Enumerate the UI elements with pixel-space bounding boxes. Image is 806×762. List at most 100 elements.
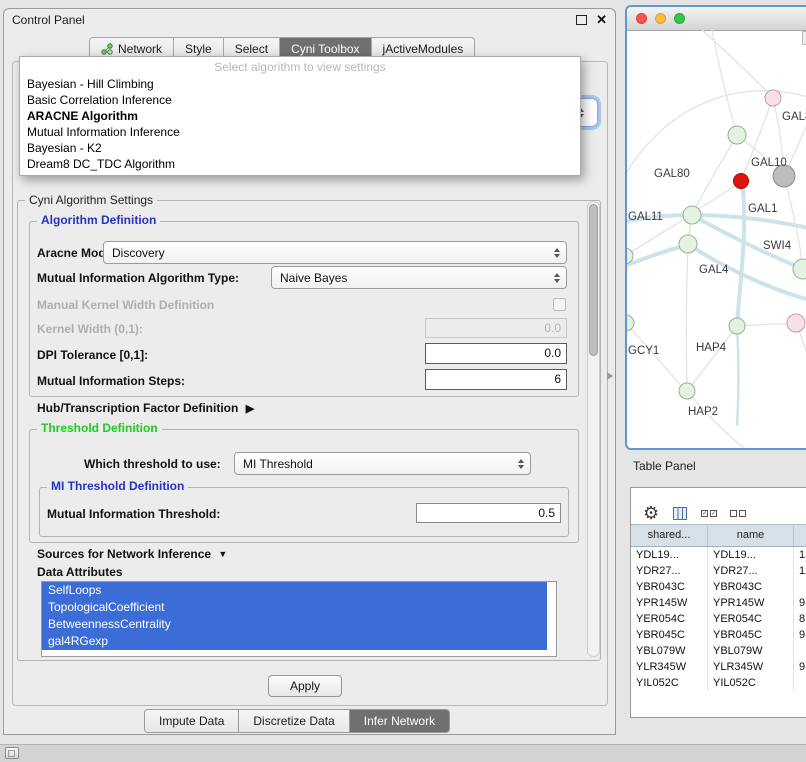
cell[interactable]: YDR27... (631, 563, 708, 579)
columns-icon[interactable] (672, 506, 688, 521)
tab-infer-network[interactable]: Infer Network (350, 710, 449, 732)
network-canvas[interactable]: GAL80 GAL80 GAL10 GAL11 GAL1 SWI4 GAL4 G… (627, 30, 806, 450)
algorithm-option-selected[interactable]: ARACNE Algorithm (20, 108, 580, 124)
float-window-icon[interactable] (576, 15, 587, 25)
apply-button[interactable]: Apply (268, 675, 342, 697)
close-traffic-light-icon[interactable] (636, 13, 647, 24)
aracne-mode-combobox[interactable]: Discovery (103, 241, 567, 264)
algorithm-option[interactable]: Bayesian - K2 (20, 140, 580, 156)
network-node[interactable] (679, 383, 695, 399)
cell[interactable]: YDL19... (631, 547, 708, 563)
cell[interactable] (794, 675, 806, 691)
algorithm-option[interactable]: Dream8 DC_TDC Algorithm (20, 156, 580, 172)
cell[interactable]: YIL052C (708, 675, 794, 691)
table-row[interactable]: YBR045C YBR045C 9. (631, 627, 806, 643)
manual-kernel-label: Manual Kernel Width Definition (37, 298, 214, 312)
cell[interactable] (794, 643, 806, 659)
hub-section-toggle[interactable]: Hub/Transcription Factor Definition ▶ (37, 401, 250, 415)
cell[interactable]: 9. (794, 627, 806, 643)
cell[interactable]: YLR345W (631, 659, 708, 675)
table-row[interactable]: YBR043C YBR043C (631, 579, 806, 595)
cell[interactable]: 9. (794, 595, 806, 611)
control-panel-titlebar[interactable]: Control Panel ✕ (4, 9, 615, 31)
cell[interactable]: YBR043C (631, 579, 708, 595)
network-node[interactable] (787, 314, 805, 332)
tab-impute-data[interactable]: Impute Data (145, 710, 239, 732)
network-node-selected-red[interactable] (734, 174, 749, 189)
network-node[interactable] (683, 206, 701, 224)
mi-type-combobox[interactable]: Naive Bayes (271, 266, 567, 289)
network-scrollbar-nub[interactable] (802, 31, 806, 45)
table-row[interactable]: YDL19... YDL19... 13 (631, 547, 806, 563)
cell[interactable]: YLR345W (708, 659, 794, 675)
attribute-item-selected[interactable]: BetweennessCentrality (42, 616, 547, 633)
table-row[interactable]: YBL079W YBL079W (631, 643, 806, 659)
checked-boxes-icon[interactable]: ✓✓ (701, 510, 717, 517)
cell[interactable]: YBR045C (708, 627, 794, 643)
network-node[interactable] (679, 235, 697, 253)
cell[interactable]: YIL052C (631, 675, 708, 691)
settings-scrollbar[interactable] (587, 201, 600, 657)
kernel-width-field[interactable]: 0.0 (425, 318, 567, 338)
scrollbar-thumb[interactable] (589, 204, 598, 356)
network-node[interactable] (728, 126, 746, 144)
manual-kernel-checkbox[interactable] (553, 298, 566, 311)
close-icon[interactable]: ✕ (596, 14, 607, 26)
network-node[interactable] (729, 318, 745, 334)
algorithm-option[interactable]: Bayesian - Hill Climbing (20, 76, 580, 92)
cell[interactable]: YDR27... (708, 563, 794, 579)
unchecked-boxes-icon[interactable] (730, 510, 746, 517)
dpi-tolerance-field[interactable]: 0.0 (425, 343, 567, 364)
tab-discretize-data[interactable]: Discretize Data (239, 710, 349, 732)
network-node[interactable] (627, 315, 634, 331)
cell[interactable]: 13 (794, 547, 806, 563)
cell[interactable]: YBL079W (631, 643, 708, 659)
cell[interactable]: YER054C (631, 611, 708, 627)
minimize-traffic-light-icon[interactable] (655, 13, 666, 24)
status-bar (0, 744, 806, 762)
table-row[interactable]: YLR345W YLR345W 9. (631, 659, 806, 675)
table-row[interactable]: YPR145W YPR145W 9. (631, 595, 806, 611)
panel-divider-arrow[interactable] (607, 372, 613, 380)
which-threshold-combobox[interactable]: MI Threshold (234, 452, 531, 475)
table-row[interactable]: YER054C YER054C 8. (631, 611, 806, 627)
network-window-titlebar[interactable] (627, 7, 806, 31)
cell[interactable]: YDL19... (708, 547, 794, 563)
zoom-traffic-light-icon[interactable] (674, 13, 685, 24)
column-header[interactable]: name (708, 525, 794, 546)
network-node[interactable] (793, 259, 806, 279)
mi-threshold-field[interactable]: 0.5 (416, 503, 561, 523)
table-row[interactable]: YIL052C YIL052C (631, 675, 806, 691)
column-header[interactable]: shared... (631, 525, 708, 546)
cell[interactable]: YER054C (708, 611, 794, 627)
node-label: GAL4 (699, 264, 729, 276)
algorithm-option[interactable]: Basic Correlation Inference (20, 92, 580, 108)
attribute-item-selected[interactable]: gal4RGexp (42, 633, 547, 650)
cell[interactable]: YBL079W (708, 643, 794, 659)
cell[interactable]: 12 (794, 563, 806, 579)
algorithm-option[interactable]: Mutual Information Inference (20, 124, 580, 140)
settings-gear-icon[interactable]: ⚙ (643, 504, 659, 522)
data-attributes-list[interactable]: SelfLoops TopologicalCoefficient Between… (41, 581, 557, 657)
mi-steps-field[interactable]: 6 (425, 369, 567, 390)
window-title: Control Panel (12, 13, 85, 27)
cell[interactable]: YPR145W (631, 595, 708, 611)
sources-toggle[interactable]: Sources for Network Inference ▼ (37, 547, 223, 561)
cell[interactable]: YBR043C (708, 579, 794, 595)
cell[interactable] (794, 579, 806, 595)
cyni-bottom-tabs: Impute Data Discretize Data Infer Networ… (144, 709, 450, 733)
network-node[interactable] (765, 90, 781, 106)
node-label: HAP4 (696, 342, 727, 354)
taskbar-window-icon[interactable] (5, 747, 19, 759)
attribute-item-selected[interactable]: TopologicalCoefficient (42, 599, 547, 616)
column-header[interactable] (794, 525, 806, 546)
hub-section-label: Hub/Transcription Factor Definition (37, 401, 238, 415)
cell[interactable]: YPR145W (708, 595, 794, 611)
table-row[interactable]: YDR27... YDR27... 12 (631, 563, 806, 579)
cell[interactable]: 9. (794, 659, 806, 675)
node-label: GAL80 (654, 168, 690, 180)
attribute-item-selected[interactable]: SelfLoops (42, 582, 547, 599)
cell[interactable]: 8. (794, 611, 806, 627)
table-toolbar: ⚙ ✓✓ (631, 488, 806, 524)
cell[interactable]: YBR045C (631, 627, 708, 643)
